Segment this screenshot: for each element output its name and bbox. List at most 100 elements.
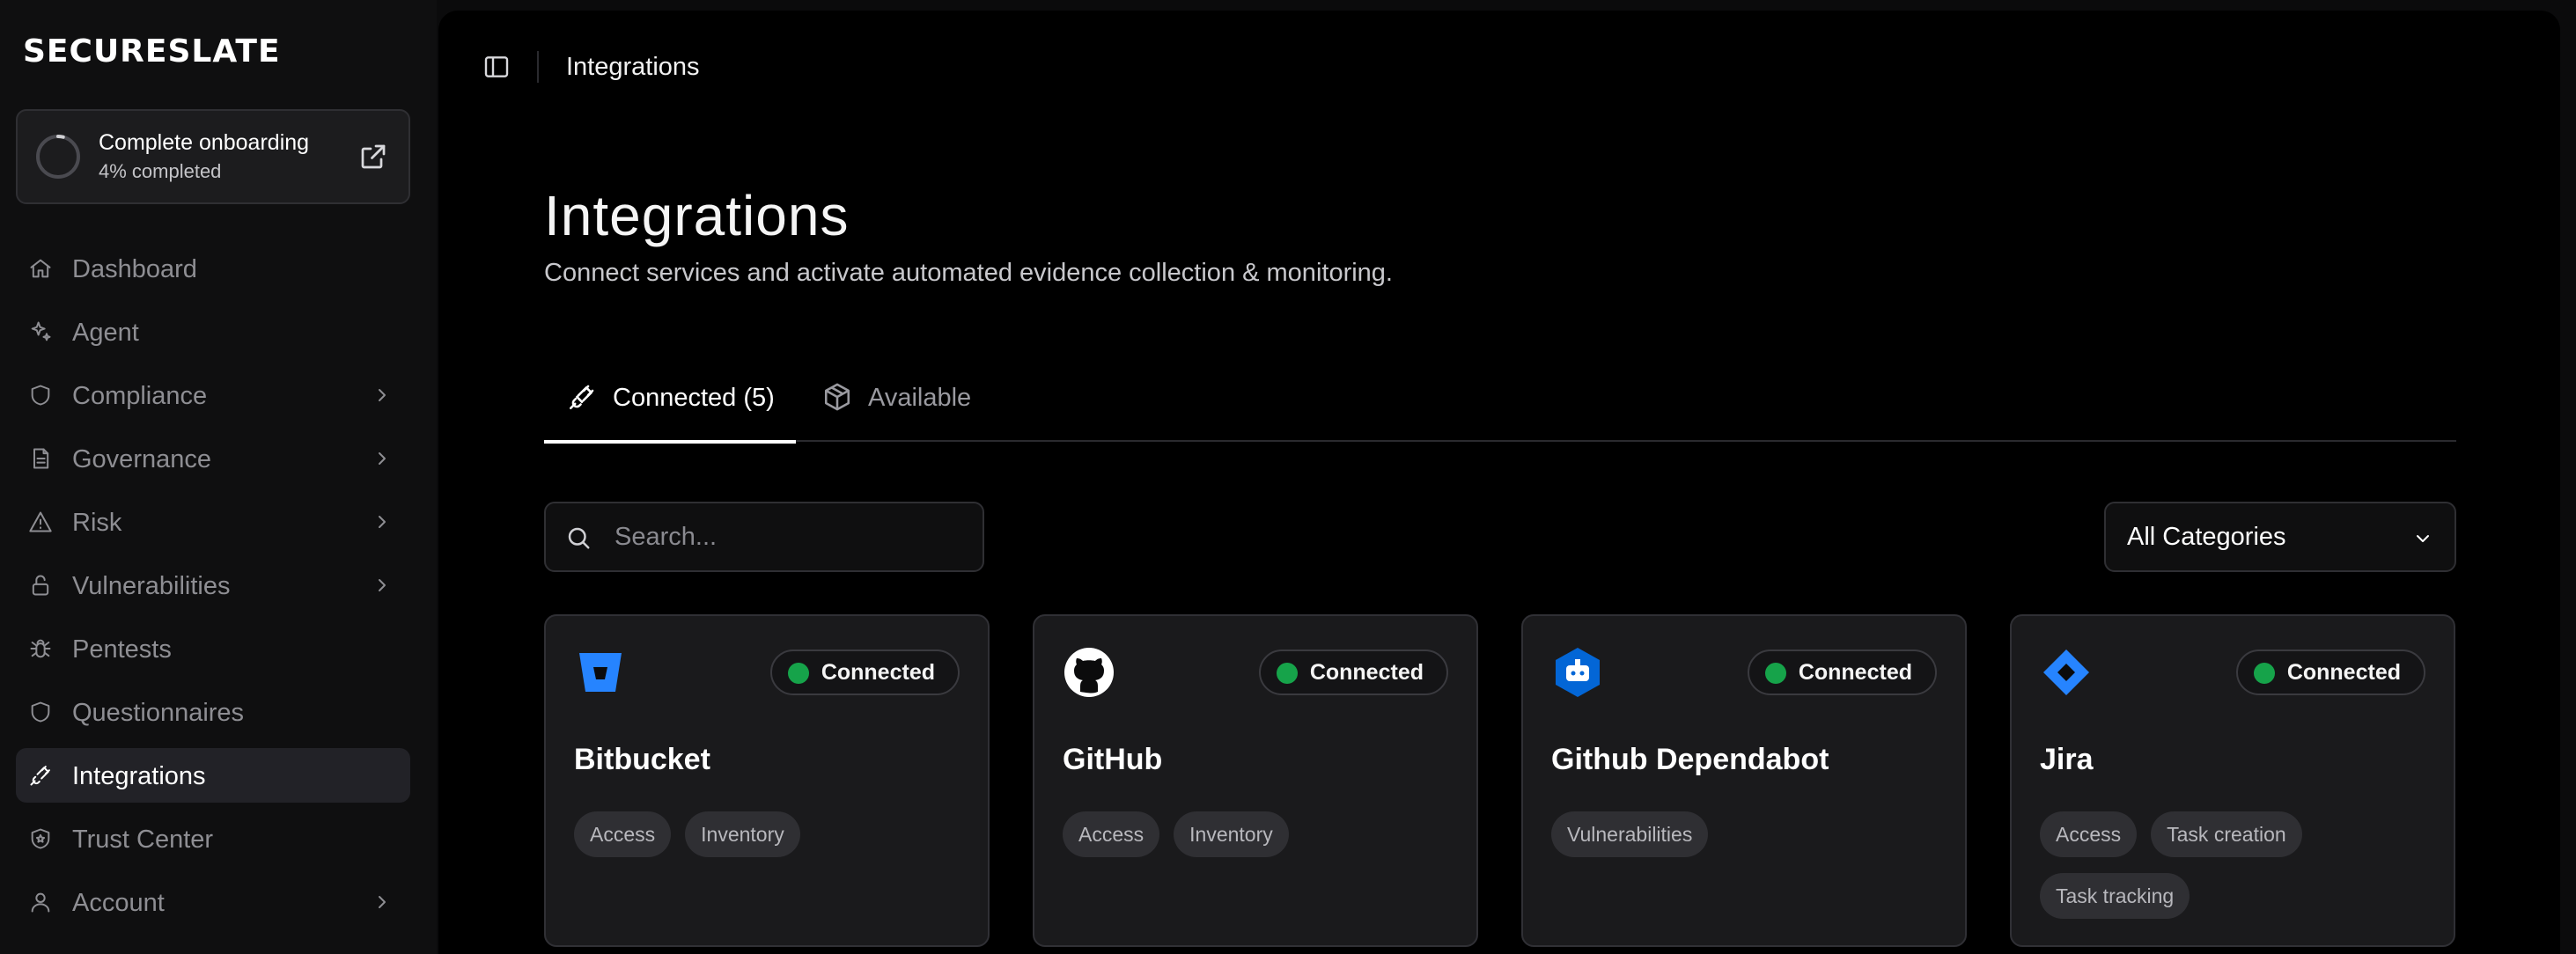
status-badge: Connected [2235,649,2425,695]
integration-tags: Access Task creation Task tracking [2040,811,2436,919]
status-badge-label: Connected [1798,660,1912,685]
github-logo-icon [1063,646,1115,699]
chevron-down-icon [2417,535,2429,542]
shield-outline-icon [31,701,50,723]
status-badge: Connected [1747,649,1937,695]
integration-tag: Task creation [2151,811,2302,857]
progress-ring-icon [36,135,80,179]
sidebar-item-label: Risk [72,509,122,537]
status-dot-icon [787,663,809,684]
onboarding-progress-text: 4% completed [99,160,222,182]
integration-tag: Access [2040,811,2138,857]
sidebar-item-label: Questionnaires [72,699,245,727]
integration-name: Github Dependabot [1551,743,1829,776]
chevron-right-icon [379,452,386,465]
app-logo[interactable]: SECURESLATE [23,33,281,70]
search-icon [568,527,590,549]
sidebar-toggle-icon[interactable] [482,53,511,81]
sidebar-item-governance[interactable]: Governance [16,431,410,486]
integration-tag: Task tracking [2040,873,2190,919]
sidebar-item-label: Governance [72,445,211,473]
chevron-right-icon [379,516,386,528]
tab-bar: Connected (5) Available [544,359,2456,444]
integration-tag: Access [1063,811,1160,857]
status-badge-label: Connected [821,660,935,685]
sidebar-item-label: Dashboard [72,255,197,283]
tab-connected-label: Connected (5) [613,384,775,412]
sidebar-item-questionnaires[interactable]: Questionnaires [16,685,410,739]
integration-tag: Inventory [685,811,800,857]
app-root: SECURESLATE Complete onboarding 4% compl… [0,0,2576,954]
sidebar-item-account[interactable]: Account [16,875,410,929]
sidebar-item-label: Account [72,889,165,917]
status-dot-icon [1276,663,1298,684]
onboarding-card[interactable]: Complete onboarding 4% completed [16,109,410,204]
shield-star-icon [31,828,50,849]
category-select-value: All Categories [2127,523,2286,551]
integration-tags: Vulnerabilities [1551,811,1947,857]
chevron-right-icon [379,579,386,591]
bug-icon [30,639,51,658]
main-panel: Integrations Integrations Connect servic… [438,11,2560,954]
sidebar-item-agent[interactable]: Agent [16,305,410,359]
tab-available[interactable]: Available [799,359,993,442]
integration-card[interactable]: Connected Jira Access Task creation Task tra… [2010,614,2455,947]
tab-connected[interactable]: Connected (5) [544,359,796,444]
search-box[interactable] [544,502,984,572]
status-badge-label: Connected [1309,660,1424,685]
sidebar-item-label: Trust Center [72,826,214,854]
onboarding-title: Complete onboarding [99,130,310,155]
home-icon [30,259,51,278]
sidebar-item-risk[interactable]: Risk [16,495,410,549]
sidebar-item-label: Vulnerabilities [72,572,231,600]
integration-name: Bitbucket [574,743,710,776]
warning-triangle-icon [29,511,52,532]
status-badge: Connected [1258,649,1448,695]
sidebar-item-label: Agent [72,319,139,347]
package-icon [824,383,850,411]
sidebar-item-trust-center[interactable]: Trust Center [16,811,410,866]
page-subtitle: Connect services and activate automated … [544,259,1393,287]
sidebar-item-label: Integrations [72,762,206,790]
integration-tag: Inventory [1174,811,1289,857]
lock-icon [32,575,49,596]
user-icon [31,892,50,913]
page-title: Integrations [544,184,850,247]
breadcrumb: Integrations [566,53,700,81]
integration-card[interactable]: Connected Bitbucket Access Inventory [544,614,990,947]
integration-card[interactable]: Connected GitHub Access Inventory [1033,614,1478,947]
external-link-icon[interactable] [357,141,389,172]
sidebar: SECURESLATE Complete onboarding 4% compl… [0,0,437,954]
sidebar-item-vulnerabilities[interactable]: Vulnerabilities [16,558,410,613]
sidebar-item-label: Compliance [72,382,208,410]
integration-tag: Access [574,811,672,857]
plug-icon [569,385,594,410]
integration-cards: Connected Bitbucket Access Inventory Connect… [544,614,2456,954]
document-icon [33,448,49,469]
status-dot-icon [2253,663,2275,684]
integration-name: GitHub [1063,743,1163,776]
status-badge-label: Connected [2286,660,2401,685]
category-select[interactable]: All Categories [2104,502,2456,572]
chevron-right-icon [379,896,386,908]
status-badge: Connected [769,649,960,695]
sidebar-item-compliance[interactable]: Compliance [16,368,410,422]
sparkles-icon [31,321,51,341]
integration-card[interactable]: Connected Github Dependabot Vulnerabilitie… [1521,614,1967,947]
sidebar-nav: Dashboard Agent Compliance Governance Risk Vu… [16,241,410,938]
sidebar-item-pentests[interactable]: Pentests [16,621,410,676]
chevron-right-icon [379,389,386,401]
jira-logo-icon [2040,646,2093,699]
search-input[interactable] [615,519,967,554]
integration-name: Jira [2040,743,2094,776]
shield-icon [31,385,50,406]
tab-available-label: Available [868,384,972,412]
integration-tag: Vulnerabilities [1551,811,1709,857]
dependabot-logo-icon [1551,646,1604,699]
sidebar-item-integrations[interactable]: Integrations [16,748,410,803]
sidebar-item-label: Pentests [72,635,172,664]
status-dot-icon [1764,663,1786,684]
integration-tags: Access Inventory [1063,811,1459,857]
sidebar-item-dashboard[interactable]: Dashboard [16,241,410,296]
plug-icon [30,766,50,786]
